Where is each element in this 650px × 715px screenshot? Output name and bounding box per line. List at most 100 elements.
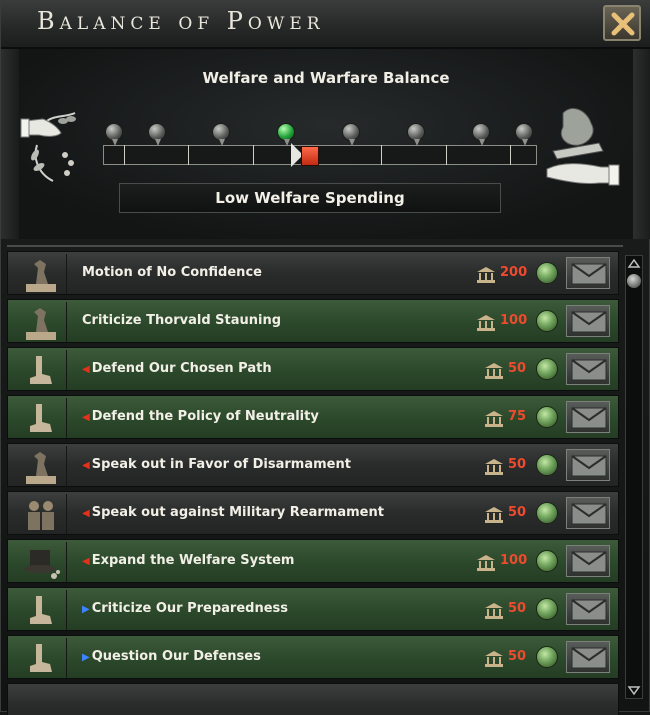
welfare-hand-icon	[20, 112, 76, 182]
range-pin[interactable]	[212, 123, 230, 146]
decision-available-indicator	[536, 454, 558, 476]
decision-label: Criticize Thorvald Stauning	[82, 313, 282, 328]
decision-available-indicator	[536, 310, 558, 332]
take-decision-button[interactable]	[566, 641, 610, 673]
political-power-icon	[485, 651, 503, 667]
hand-icon	[30, 398, 67, 438]
hat-icon	[24, 542, 67, 582]
decision-row[interactable]: ◀ Speak out against Military Rearmament 5…	[7, 491, 619, 535]
slider-tick	[446, 145, 447, 165]
slider-tick	[381, 145, 382, 165]
balance-status-label: Low Welfare Spending	[215, 189, 405, 207]
decision-cost: 200	[500, 265, 528, 280]
slider-tick	[510, 145, 511, 165]
range-pin[interactable]	[105, 123, 123, 146]
political-power-icon	[485, 459, 503, 475]
statue-icon	[26, 446, 67, 486]
take-decision-button[interactable]	[566, 305, 610, 337]
envelope-icon	[571, 263, 607, 285]
decision-row[interactable]: ◀ Defend Our Chosen Path 50	[7, 347, 619, 391]
political-power-icon	[477, 315, 495, 331]
decision-available-indicator	[536, 646, 558, 668]
decision-row[interactable]: ◀ Speak out in Favor of Disarmament 50	[7, 443, 619, 487]
decision-available-indicator	[536, 598, 558, 620]
warfare-hand-icon	[546, 108, 620, 186]
balance-current-marker	[301, 146, 319, 166]
close-button[interactable]	[603, 5, 641, 41]
decision-cost: 100	[500, 313, 528, 328]
balance-panel: Welfare and Warfare Balance Low Welfare …	[1, 49, 650, 239]
decision-available-indicator	[536, 406, 558, 428]
balance-slider-track	[103, 145, 537, 165]
decision-row[interactable]: Criticize Thorvald Stauning 100	[7, 299, 619, 343]
take-decision-button[interactable]	[566, 401, 610, 433]
decision-cost: 50	[508, 649, 527, 664]
people-icon	[28, 494, 67, 534]
statue-icon	[26, 254, 67, 294]
hand-icon	[30, 638, 67, 678]
right-arrow-icon: ▶	[82, 604, 90, 615]
decision-label: ▶ Question Our Defenses	[82, 649, 261, 664]
political-power-icon	[485, 411, 503, 427]
decision-label: ◀ Speak out against Military Rearmament	[82, 505, 384, 520]
scroll-thumb[interactable]	[627, 274, 641, 288]
hand-icon	[30, 590, 67, 630]
slider-tick	[253, 145, 254, 165]
left-arrow-icon: ◀	[82, 556, 90, 567]
balance-title: Welfare and Warfare Balance	[202, 69, 450, 87]
title-bar: Balance of Power	[1, 1, 650, 49]
envelope-icon	[571, 407, 607, 429]
envelope-icon	[571, 599, 607, 621]
decision-available-indicator	[536, 550, 558, 572]
take-decision-button[interactable]	[566, 449, 610, 481]
close-icon	[611, 12, 635, 36]
slider-tick	[124, 145, 125, 165]
decision-row[interactable]: ◀ Expand the Welfare System 100	[7, 539, 619, 583]
envelope-icon	[571, 551, 607, 573]
decision-cost: 75	[508, 409, 527, 424]
political-power-icon	[485, 603, 503, 619]
decision-label: ◀ Expand the Welfare System	[82, 553, 295, 568]
range-pin[interactable]	[407, 123, 425, 146]
decision-label: ◀ Speak out in Favor of Disarmament	[82, 457, 351, 472]
take-decision-button[interactable]	[566, 593, 610, 625]
range-pin[interactable]	[148, 123, 166, 146]
envelope-icon	[571, 455, 607, 477]
scroll-down-arrow-icon[interactable]	[626, 682, 642, 698]
take-decision-button[interactable]	[566, 545, 610, 577]
hand-icon	[30, 350, 67, 390]
decision-row[interactable]: Motion of No Confidence 200	[7, 251, 619, 295]
range-pin[interactable]	[472, 123, 490, 146]
take-decision-button[interactable]	[566, 353, 610, 385]
envelope-icon	[571, 647, 607, 669]
decision-row-partial[interactable]	[7, 683, 619, 715]
decision-cost: 50	[508, 505, 527, 520]
range-pin[interactable]	[342, 123, 360, 146]
decision-row[interactable]: ◀ Defend the Policy of Neutrality 75	[7, 395, 619, 439]
decision-row[interactable]: ▶ Criticize Our Preparedness 50	[7, 587, 619, 631]
political-power-icon	[485, 507, 503, 523]
left-arrow-icon: ◀	[82, 364, 90, 375]
envelope-icon	[571, 359, 607, 381]
range-pin[interactable]	[515, 123, 533, 146]
balance-status-bar: Low Welfare Spending	[119, 183, 501, 213]
decision-available-indicator	[536, 358, 558, 380]
statue-icon	[26, 302, 67, 342]
take-decision-button[interactable]	[566, 257, 610, 289]
decision-list: Motion of No Confidence 200 Criticize Th…	[7, 245, 623, 715]
left-arrow-icon: ◀	[82, 460, 90, 471]
political-power-icon	[477, 555, 495, 571]
slider-tick	[188, 145, 189, 165]
decision-row[interactable]: ▶ Question Our Defenses 50	[7, 635, 619, 679]
decision-cost: 100	[500, 553, 528, 568]
take-decision-button[interactable]	[566, 497, 610, 529]
decision-label: Motion of No Confidence	[82, 265, 262, 280]
decision-label: ▶ Criticize Our Preparedness	[82, 601, 289, 616]
decision-list-scrollbar[interactable]	[625, 255, 643, 699]
scroll-up-arrow-icon[interactable]	[626, 256, 642, 272]
right-arrow-icon: ▶	[82, 652, 90, 663]
active-range-pin[interactable]	[277, 123, 295, 146]
balance-of-power-window: Balance of Power Welfare and Warfare Bal…	[0, 0, 650, 715]
political-power-icon	[477, 267, 495, 283]
decision-cost: 50	[508, 361, 527, 376]
